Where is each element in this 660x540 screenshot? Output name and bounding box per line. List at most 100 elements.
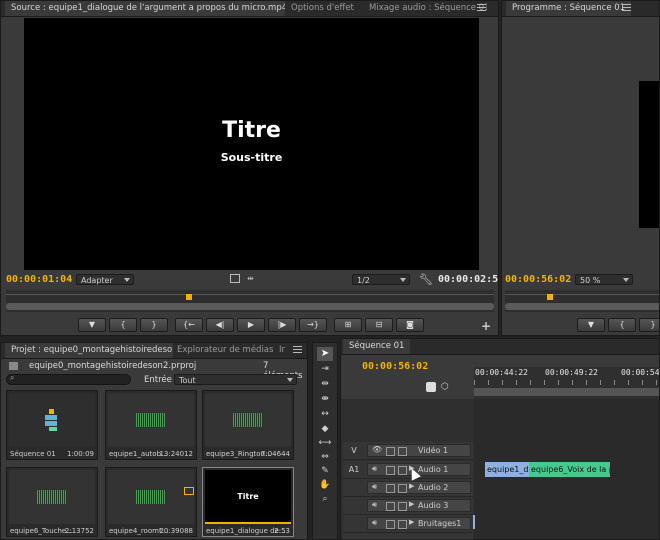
step-forward-button[interactable]: |▶ xyxy=(268,318,296,332)
sync-lock-icon[interactable] xyxy=(398,447,407,456)
mark-in-button[interactable]: { xyxy=(109,318,137,332)
speaker-icon[interactable]: 🔊︎ xyxy=(372,518,377,528)
project-item-audio-1[interactable]: equipe1_autob... 13:24012 xyxy=(105,390,197,460)
expand-triangle-icon[interactable]: ▶ xyxy=(409,482,414,490)
program-mark-out-button[interactable]: } xyxy=(639,318,659,332)
program-zoom-dropdown[interactable]: 50 % xyxy=(575,274,633,285)
lock-icon[interactable] xyxy=(386,447,395,456)
ripple-edit-tool-icon[interactable]: ⇹ xyxy=(318,378,332,390)
marker-icon[interactable]: ⬡ xyxy=(441,382,449,392)
export-frame-button[interactable]: ◙ xyxy=(396,318,424,332)
project-item-audio-4[interactable]: equipe4_roomt... 20:39088 xyxy=(105,467,197,537)
resolution-dropdown[interactable]: 1/2 xyxy=(352,274,410,285)
track-id[interactable]: A1 xyxy=(343,461,365,478)
film-icon[interactable] xyxy=(230,274,240,283)
play-button[interactable]: ▶ xyxy=(237,318,265,332)
track-bruitages-1[interactable]: 🔊︎ ▶ Bruitages1 xyxy=(343,515,473,533)
sync-lock-icon[interactable] xyxy=(398,502,407,511)
overwrite-button[interactable]: ⊟ xyxy=(365,318,393,332)
speaker-icon[interactable]: 🔊︎ xyxy=(372,482,377,492)
drag-icon[interactable]: ⇹ xyxy=(247,274,254,283)
clip-edge-marker xyxy=(473,515,475,529)
selection-tool-icon[interactable]: ➤ xyxy=(317,347,333,361)
program-tabbar: Programme : Séquence 01 xyxy=(502,1,659,17)
input-filter-dropdown[interactable]: Tout xyxy=(174,374,297,385)
program-monitor-panel: Programme : Séquence 01 00:00:56:02 50 %… xyxy=(501,0,660,336)
snap-icon[interactable] xyxy=(426,382,436,392)
program-playhead-marker[interactable] xyxy=(547,294,553,300)
program-current-timecode[interactable]: 00:00:56:02 xyxy=(505,274,571,285)
add-marker-button[interactable]: ▼ xyxy=(78,318,106,332)
track-id[interactable] xyxy=(343,515,365,532)
lock-icon[interactable] xyxy=(386,484,395,493)
sync-lock-icon[interactable] xyxy=(398,466,407,475)
track-video-1[interactable]: V 👁︎ Vidéo 1 xyxy=(343,442,473,460)
track-select-tool-icon[interactable]: ⇥ xyxy=(318,363,332,375)
program-menu-icon[interactable] xyxy=(622,4,631,12)
timeline-work-area-bar[interactable] xyxy=(474,388,659,396)
hand-tool-icon[interactable]: ✋ xyxy=(318,479,332,491)
razor-tool-icon[interactable]: ◆ xyxy=(318,423,332,435)
mark-out-button[interactable]: } xyxy=(140,318,168,332)
program-add-marker-button[interactable]: ▼ xyxy=(577,318,605,332)
tab-effect-options[interactable]: Options d'effet xyxy=(285,1,360,16)
tab-info[interactable]: Ir xyxy=(273,343,291,358)
rolling-edit-tool-icon[interactable]: ⇼ xyxy=(318,393,332,405)
project-item-video[interactable]: Titre equipe1_dialogue de... 2:53 xyxy=(202,467,294,537)
program-mark-in-button[interactable]: { xyxy=(608,318,636,332)
track-id[interactable] xyxy=(343,479,365,496)
go-to-out-button[interactable]: →} xyxy=(299,318,327,332)
lock-icon[interactable] xyxy=(386,520,395,529)
program-time-ruler[interactable] xyxy=(505,290,659,312)
add-button-icon[interactable]: + xyxy=(481,319,491,333)
tab-program[interactable]: Programme : Séquence 01 xyxy=(506,1,632,16)
project-item-sequence[interactable]: Séquence 01 1:00:09 xyxy=(6,390,98,460)
expand-triangle-icon[interactable]: ▶ xyxy=(409,518,414,526)
slip-tool-icon[interactable]: ⟷ xyxy=(318,437,332,449)
timeline-clip[interactable]: equipe6_Voix de la p xyxy=(529,462,610,477)
tab-project[interactable]: Projet : equipe0_montagehistoiredeson2 xyxy=(5,343,173,358)
insert-button[interactable]: ⊞ xyxy=(334,318,362,332)
playhead-marker[interactable] xyxy=(186,294,192,300)
lock-icon[interactable] xyxy=(386,466,395,475)
fit-dropdown[interactable]: Adapter xyxy=(76,274,134,285)
timeline-timecode[interactable]: 00:00:56:02 xyxy=(362,361,428,372)
speaker-icon[interactable]: 🔊︎ xyxy=(372,464,377,474)
project-item-audio-3[interactable]: equipe6_Touche... 2:13752 xyxy=(6,467,98,537)
sync-lock-icon[interactable] xyxy=(398,484,407,493)
track-audio-2[interactable]: 🔊︎ ▶ Audio 2 xyxy=(343,479,473,497)
project-item-audio-2[interactable]: equipe3_Rington... 7:04644 xyxy=(202,390,294,460)
source-duration-timecode: 00:00:02:53 xyxy=(438,274,499,285)
zoom-tool-icon[interactable]: ⌕ xyxy=(318,493,332,505)
source-current-timecode[interactable]: 00:00:01:04 xyxy=(6,274,72,285)
eye-icon[interactable]: 👁︎ xyxy=(372,445,382,454)
slide-tool-icon[interactable]: ⇔ xyxy=(318,451,332,463)
tab-media-browser[interactable]: Explorateur de médias xyxy=(171,343,279,358)
track-audio-3[interactable]: 🔊︎ ▶ Audio 3 xyxy=(343,497,473,515)
expand-triangle-icon[interactable]: ▶ xyxy=(409,500,414,508)
project-search-input[interactable]: ⌕ xyxy=(6,373,131,385)
track-id[interactable] xyxy=(343,497,365,514)
tab-source[interactable]: Source : equipe1_dialogue de l'argument … xyxy=(5,1,285,16)
step-back-button[interactable]: ◀| xyxy=(206,318,234,332)
rate-stretch-tool-icon[interactable]: ↔ xyxy=(318,408,332,420)
panel-menu-icon[interactable] xyxy=(477,4,486,12)
timeline-clip[interactable]: equipe1_di xyxy=(485,462,529,477)
source-time-ruler[interactable] xyxy=(6,290,494,312)
resolution-dropdown-value: 1/2 xyxy=(357,276,370,285)
program-zoom-bar[interactable] xyxy=(505,303,659,310)
tab-audio-mixer[interactable]: Mixage audio : Séquence 01 xyxy=(363,1,487,16)
pen-tool-icon[interactable]: ✎ xyxy=(318,465,332,477)
lock-icon[interactable] xyxy=(386,502,395,511)
speaker-icon[interactable]: 🔊︎ xyxy=(372,500,377,510)
program-video-frame xyxy=(639,81,659,228)
wrench-icon[interactable]: 🔧︎ xyxy=(419,273,433,286)
sync-lock-icon[interactable] xyxy=(398,520,407,529)
source-zoom-bar[interactable] xyxy=(6,303,494,310)
track-partial[interactable] xyxy=(343,533,473,540)
go-to-in-button[interactable]: {← xyxy=(175,318,203,332)
timeline-ruler[interactable]: 00:00:44:22 00:00:49:22 00:00:54:2 xyxy=(474,367,659,399)
tab-sequence[interactable]: Séquence 01 xyxy=(343,339,411,354)
project-menu-icon[interactable] xyxy=(293,346,302,354)
track-id[interactable]: V xyxy=(343,442,365,459)
